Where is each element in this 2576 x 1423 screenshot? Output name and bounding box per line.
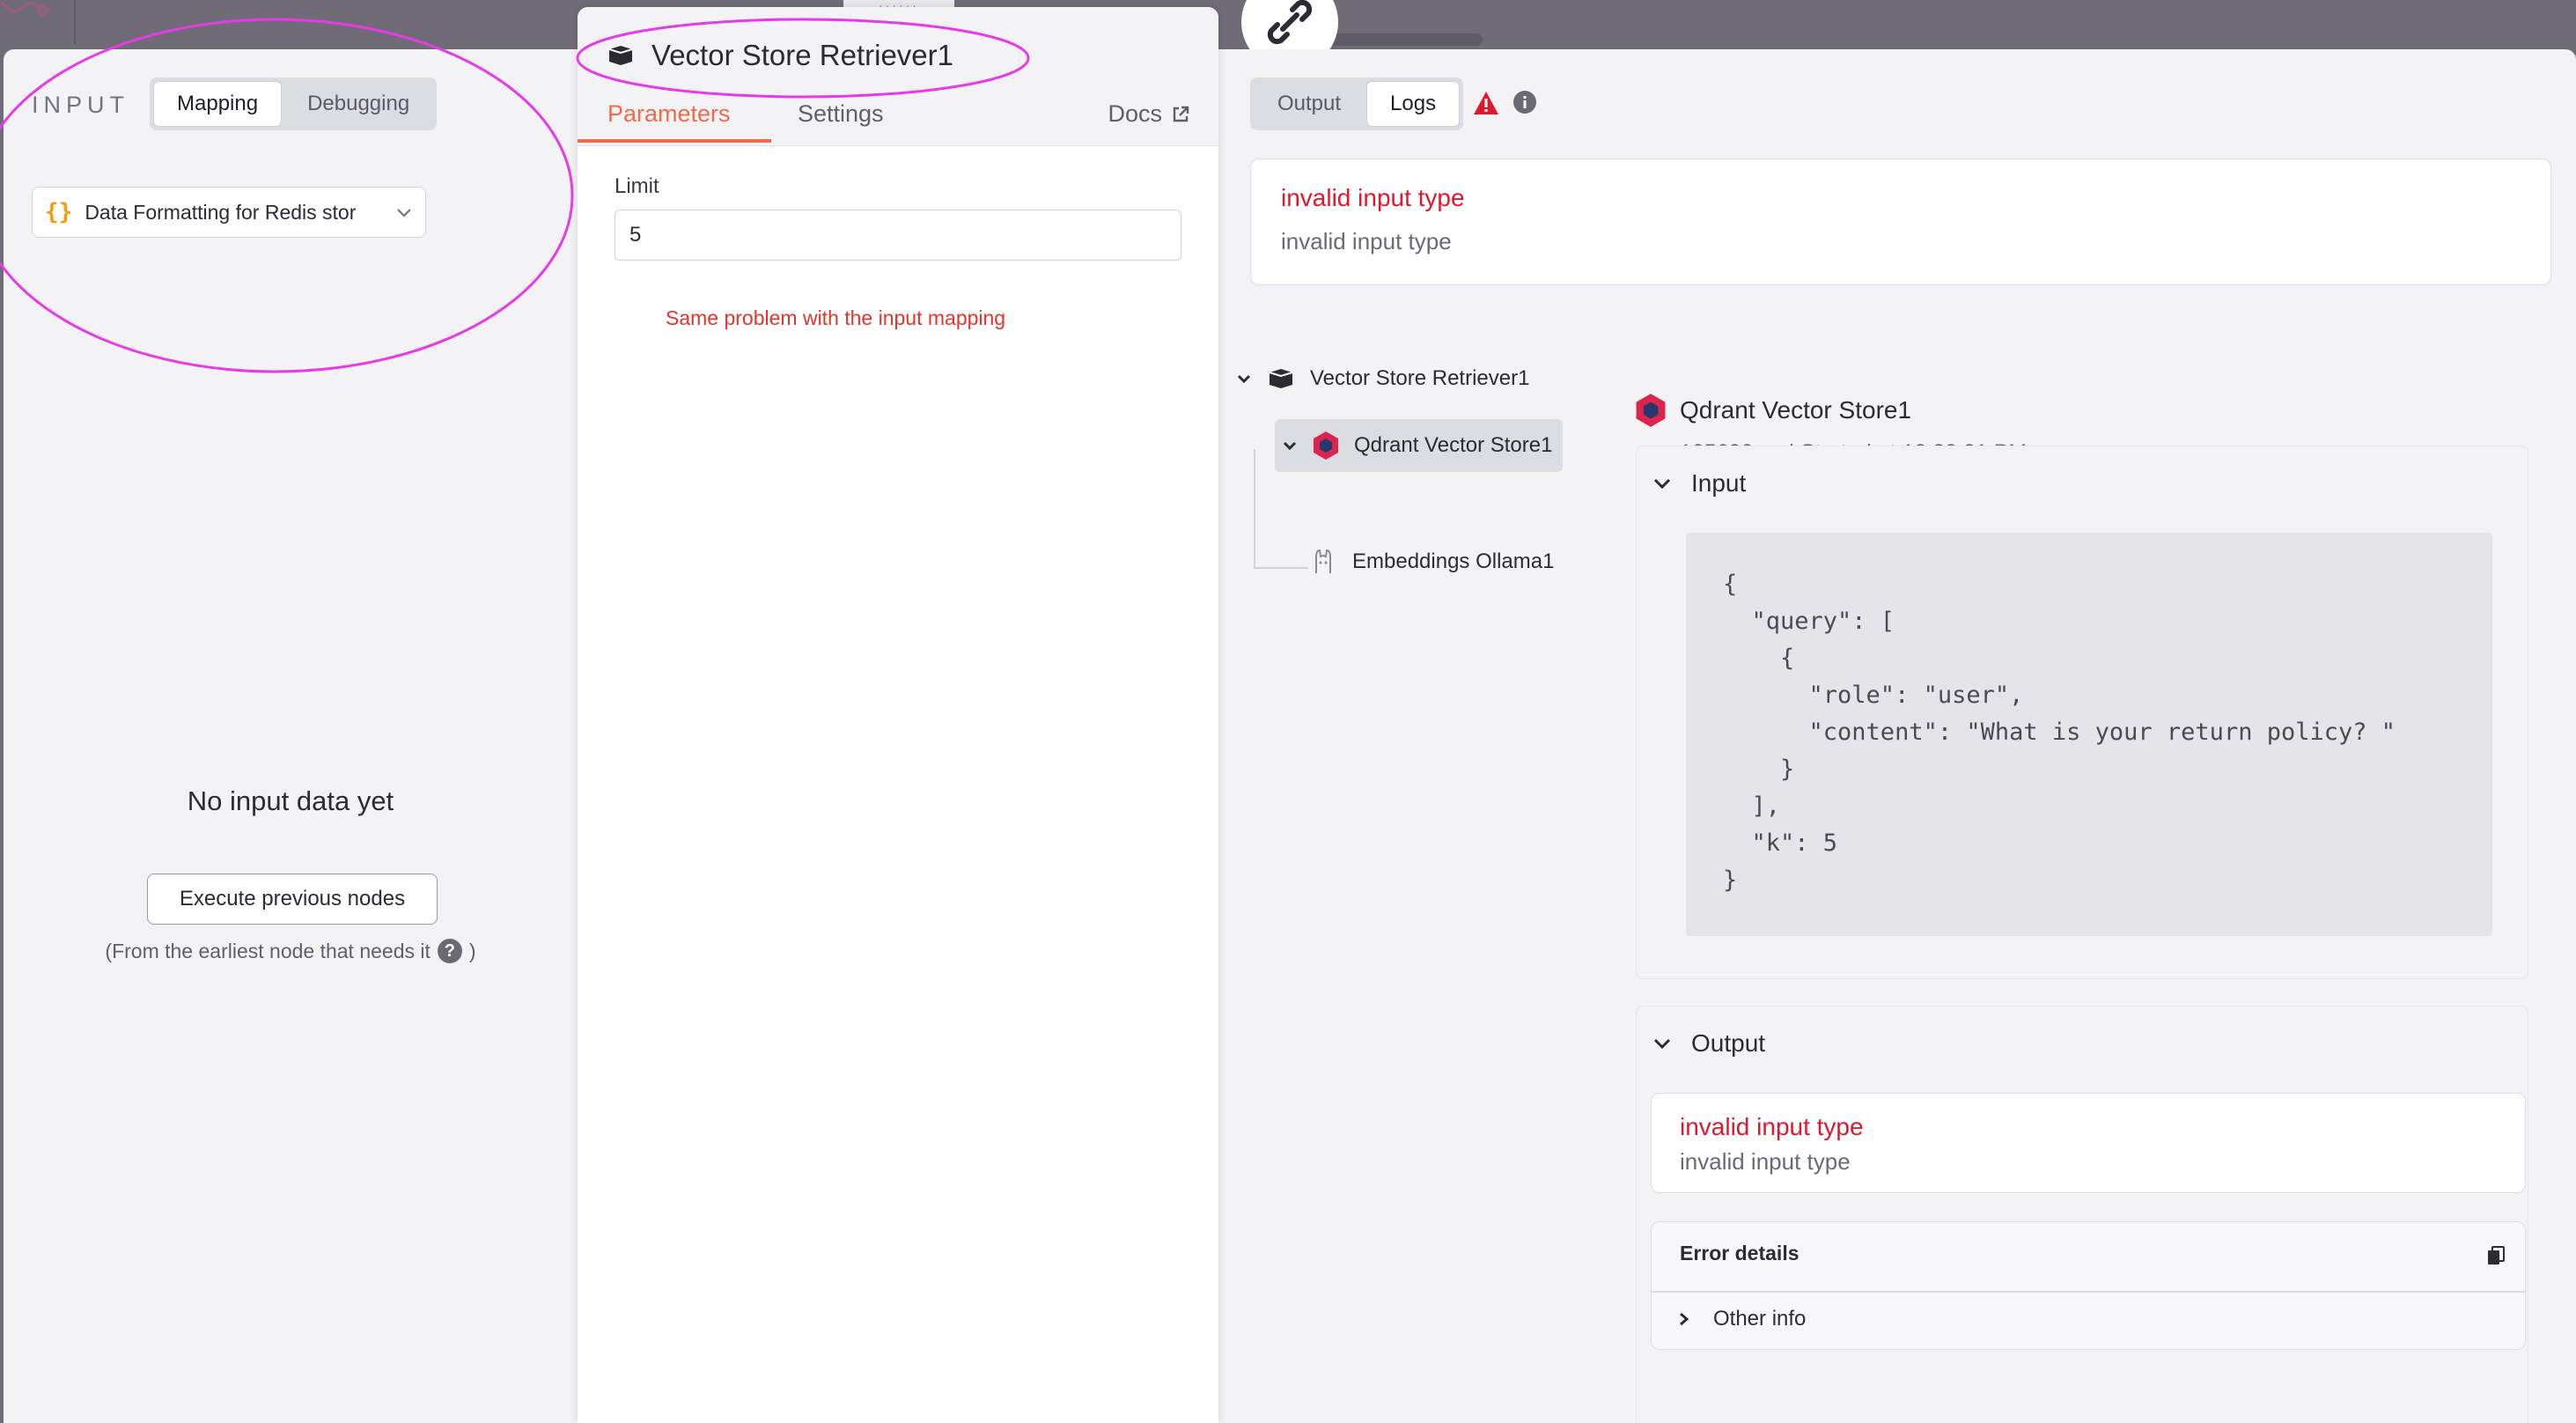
tree-item-label: Vector Store Retriever1 xyxy=(1310,366,1530,390)
box-icon xyxy=(1269,369,1293,388)
debugging-tab[interactable]: Debugging xyxy=(283,81,433,127)
node-title[interactable]: Vector Store Retriever1 xyxy=(651,39,953,72)
chevron-down-icon xyxy=(1653,478,1671,490)
execute-hint: (From the earliest node that needs it ? … xyxy=(4,939,578,963)
output-view-switch: Output Logs xyxy=(1250,77,1464,130)
log-output-toggle[interactable]: Output xyxy=(1652,1029,1765,1058)
json-braces-icon: {} xyxy=(45,199,73,225)
ollama-icon xyxy=(1315,549,1331,573)
chevron-down-icon xyxy=(1653,1038,1671,1050)
log-input-toggle[interactable]: Input xyxy=(1652,469,1746,498)
input-panel: INPUT Mapping Debugging {} Data Formatti… xyxy=(4,49,578,1423)
log-detail-node-name: Qdrant Vector Store1 xyxy=(1680,396,1912,424)
json-line: "k": 5 xyxy=(1723,829,1838,857)
run-error-card: invalid input type invalid input type xyxy=(1250,159,2551,285)
tree-item-vector-store-retriever[interactable]: Vector Store Retriever1 xyxy=(1236,359,1529,398)
chevron-down-icon[interactable] xyxy=(1282,438,1298,453)
node-parameters-panel: Vector Store Retriever1 Parameters Setti… xyxy=(578,7,1218,1423)
other-info-toggle[interactable]: Other info xyxy=(1678,1307,1806,1331)
docs-link[interactable]: Docs xyxy=(1108,100,1190,128)
tree-item-label: Embeddings Ollama1 xyxy=(1352,549,1555,573)
limit-label: Limit xyxy=(615,174,659,198)
input-json-viewer: { "query": [ { "role": "user", "content"… xyxy=(1686,533,2492,936)
info-icon[interactable] xyxy=(1512,90,1537,114)
input-mode-switch: Mapping Debugging xyxy=(150,77,438,130)
input-node-select-value: Data Formatting for Redis stor xyxy=(85,200,357,224)
chevron-down-icon[interactable] xyxy=(1236,371,1252,387)
box-icon xyxy=(608,46,633,65)
chevron-right-icon xyxy=(1680,1312,1689,1326)
input-node-select[interactable]: {} Data Formatting for Redis stor xyxy=(32,187,426,238)
json-line: } xyxy=(1723,756,1795,783)
log-input-section: Input { "query": [ { "role": "user", "co… xyxy=(1636,446,2528,979)
error-details-title: Error details xyxy=(1680,1242,1800,1264)
tab-settings[interactable]: Settings xyxy=(798,100,884,128)
tree-connector xyxy=(1254,567,1308,569)
canvas-divider xyxy=(74,0,76,44)
json-line: } xyxy=(1723,866,1738,894)
execute-hint-text: (From the earliest node that needs it xyxy=(105,939,431,962)
log-input-label: Input xyxy=(1691,469,1747,497)
run-error-message: invalid input type xyxy=(1281,228,1452,254)
execute-previous-nodes-button[interactable]: Execute previous nodes xyxy=(147,874,438,925)
log-output-label: Output xyxy=(1691,1029,1766,1057)
output-error-title: invalid input type xyxy=(1680,1113,1864,1140)
tree-connector xyxy=(1254,449,1255,569)
output-tab[interactable]: Output xyxy=(1254,81,1365,127)
logs-tab[interactable]: Logs xyxy=(1366,81,1461,127)
external-link-icon xyxy=(1173,106,1189,122)
limit-input[interactable]: 5 xyxy=(615,210,1181,261)
other-info-label: Other info xyxy=(1713,1307,1807,1331)
execute-hint-close: ) xyxy=(468,939,476,962)
tree-item-label: Qdrant Vector Store1 xyxy=(1354,433,1553,457)
json-line: "content": "What is your return policy? … xyxy=(1723,719,2396,746)
json-line: { xyxy=(1723,645,1795,672)
active-tab-indicator xyxy=(578,139,771,143)
error-details-panel: Error details Other info xyxy=(1651,1221,2526,1350)
node-parameters-header: Vector Store Retriever1 Parameters Setti… xyxy=(578,7,1218,146)
divider xyxy=(1652,1291,2525,1293)
tree-item-embeddings-ollama[interactable]: Embeddings Ollama1 xyxy=(1308,542,1554,581)
chevron-down-icon xyxy=(397,209,411,218)
qdrant-icon xyxy=(1314,431,1338,460)
tree-item-qdrant-vector-store[interactable]: Qdrant Vector Store1 xyxy=(1275,419,1564,472)
input-panel-title: INPUT xyxy=(32,92,129,118)
json-line: "role": "user", xyxy=(1723,682,2024,709)
question-icon[interactable]: ? xyxy=(437,939,462,963)
json-line: ], xyxy=(1723,793,1781,820)
empty-input-title: No input data yet xyxy=(187,785,394,816)
annotation-note: Same problem with the input mapping xyxy=(666,306,1006,329)
run-error-title: invalid input type xyxy=(1281,184,1465,211)
copy-icon[interactable] xyxy=(2486,1245,2506,1266)
warning-icon[interactable] xyxy=(1472,90,1500,116)
json-line: { xyxy=(1723,571,1738,598)
tab-parameters[interactable]: Parameters xyxy=(607,100,731,128)
docs-label: Docs xyxy=(1108,100,1162,127)
output-error-message: invalid input type xyxy=(1680,1148,1851,1175)
qdrant-icon xyxy=(1636,394,1666,427)
json-line: "query": [ xyxy=(1723,608,1895,635)
node-details-modal: INPUT Mapping Debugging {} Data Formatti… xyxy=(4,49,2576,1423)
log-output-section: Output invalid input type invalid input … xyxy=(1636,1006,2528,1423)
link-icon xyxy=(1267,0,1313,45)
output-error-card: invalid input type invalid input type xyxy=(1651,1093,2526,1193)
canvas-node-fragment xyxy=(0,0,79,44)
mapping-tab[interactable]: Mapping xyxy=(153,81,283,127)
